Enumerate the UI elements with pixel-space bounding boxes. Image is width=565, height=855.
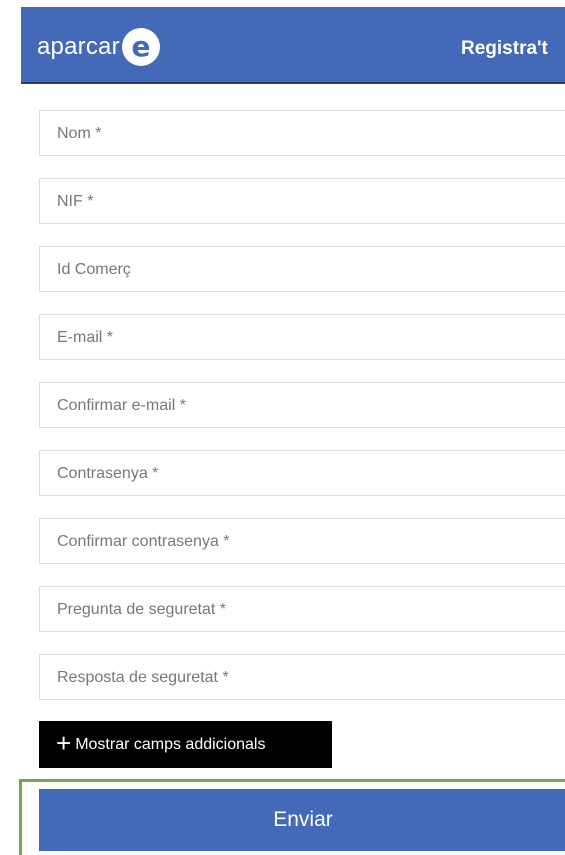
logo-text: aparcar [37, 33, 120, 60]
name-field[interactable]: Nom * [39, 110, 565, 156]
email-field[interactable]: E-mail * [39, 314, 565, 360]
confirm-email-placeholder: Confirmar e-mail * [57, 397, 186, 414]
logo-e-icon: e [121, 28, 160, 66]
submit-button[interactable]: Enviar [39, 789, 565, 851]
confirm-password-placeholder: Confirmar contrasenya * [57, 533, 230, 550]
merchant-id-placeholder: Id Comerç [57, 261, 131, 278]
plus-icon: + [56, 728, 72, 758]
submit-label: Enviar [273, 808, 333, 831]
confirm-email-field[interactable]: Confirmar e-mail * [39, 382, 565, 428]
security-question-placeholder: Pregunta de seguretat * [57, 601, 227, 618]
merchant-id-field[interactable]: Id Comerç [39, 246, 565, 292]
nif-field[interactable]: NIF * [39, 178, 565, 224]
security-question-field[interactable]: Pregunta de seguretat * [39, 586, 565, 632]
confirm-password-field[interactable]: Confirmar contrasenya * [39, 518, 565, 564]
password-placeholder: Contrasenya * [57, 465, 159, 482]
page-title: Registra't [461, 38, 548, 59]
name-placeholder: Nom * [57, 125, 102, 142]
security-answer-field[interactable]: Resposta de seguretat * [39, 654, 565, 700]
email-placeholder: E-mail * [57, 329, 114, 346]
logo-mark-letter: e [131, 30, 150, 63]
aparcare-logo[interactable]: aparcar e [37, 27, 161, 67]
show-additional-fields-button[interactable]: + Mostrar camps addicionals [39, 721, 332, 768]
nif-placeholder: NIF * [57, 193, 94, 210]
security-answer-placeholder: Resposta de seguretat * [57, 669, 229, 686]
registration-page: aparcar e Registra't Nom * NIF * Id Come… [0, 0, 565, 855]
app-header: aparcar e Registra't [21, 7, 565, 84]
password-field[interactable]: Contrasenya * [39, 450, 565, 496]
show-additional-fields-label: Mostrar camps addicionals [75, 735, 266, 753]
